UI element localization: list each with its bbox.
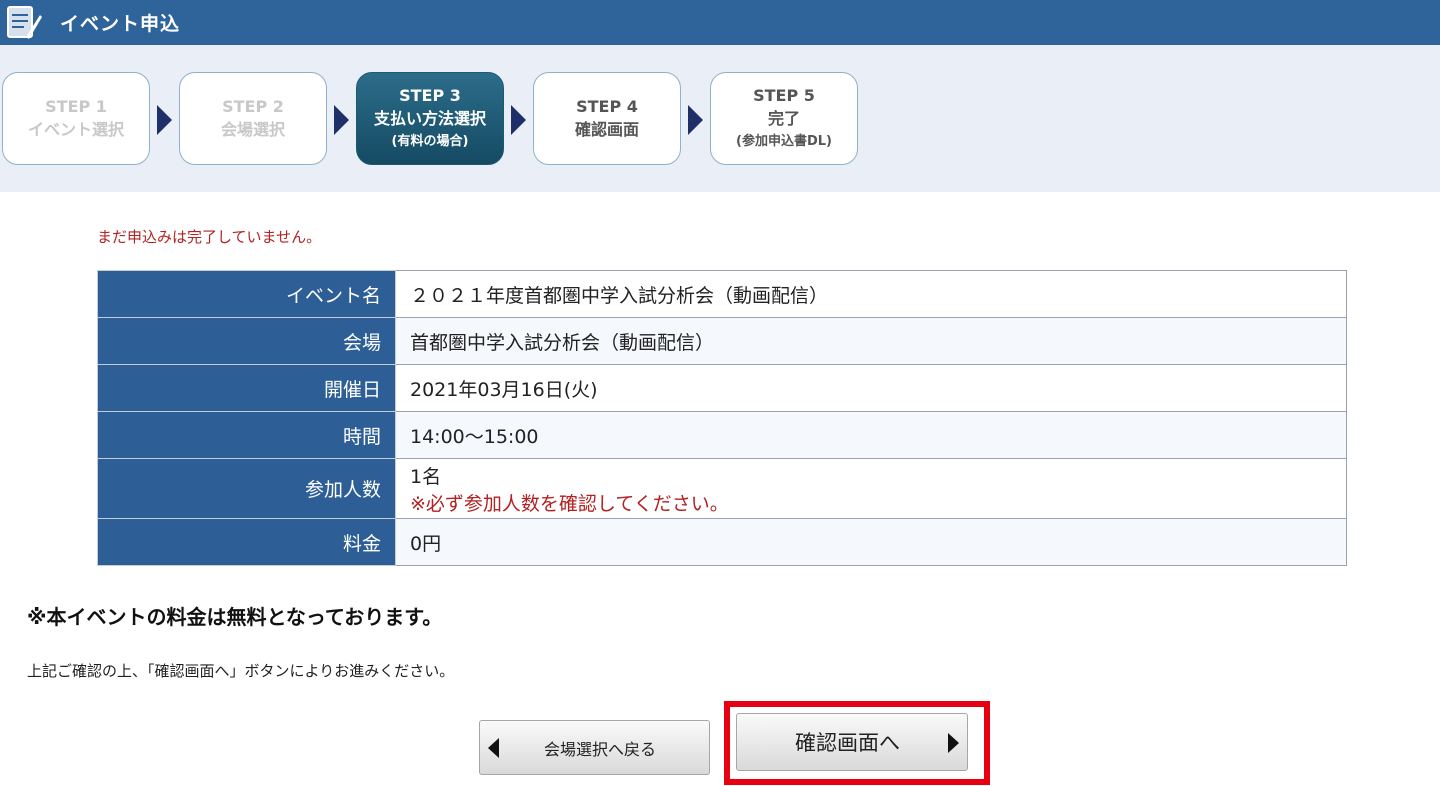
step-label: 支払い方法選択 <box>373 108 486 128</box>
document-pencil-icon <box>0 0 44 45</box>
step-arrow-icon <box>334 105 349 135</box>
participants-cell: 1名 ※必ず参加人数を確認してください。 <box>395 458 1347 519</box>
step-3: STEP 3 支払い方法選択 (有料の場合) <box>356 72 504 165</box>
step-2: STEP 2 会場選択 <box>179 72 327 165</box>
row-label: イベント名 <box>97 270 396 318</box>
time-value: 14:00～15:00 <box>395 411 1347 459</box>
incomplete-notice: まだ申込みは完了していません。 <box>97 228 322 246</box>
page-header: イベント申込 <box>0 0 1440 45</box>
free-fee-note: ※本イベントの料金は無料となっております。 <box>27 605 443 629</box>
step-arrow-icon <box>688 105 703 135</box>
step-number: STEP 5 <box>753 85 815 105</box>
next-button-label: 確認画面へ <box>795 731 900 755</box>
row-label: 料金 <box>97 518 396 566</box>
step-number: STEP 4 <box>576 96 638 116</box>
step-label: イベント選択 <box>27 119 124 139</box>
step-number: STEP 3 <box>399 85 461 105</box>
row-label: 時間 <box>97 411 396 459</box>
step-sublabel: (有料の場合) <box>391 133 469 149</box>
step-4: STEP 4 確認画面 <box>533 72 681 165</box>
table-row: イベント名 ２０２１年度首都圏中学入試分析会（動画配信） <box>97 270 1347 318</box>
instruction-text: 上記ご確認の上、「確認画面へ」ボタンによりお進みください。 <box>27 662 455 680</box>
venue-value: 首都圏中学入試分析会（動画配信） <box>395 317 1347 365</box>
event-name-value: ２０２１年度首都圏中学入試分析会（動画配信） <box>395 270 1347 318</box>
step-label: 確認画面 <box>574 119 639 139</box>
application-details-table: イベント名 ２０２１年度首都圏中学入試分析会（動画配信） 会場 首都圏中学入試分… <box>97 270 1347 566</box>
participants-value: 1名 <box>410 465 442 488</box>
step-label: 会場選択 <box>220 119 285 139</box>
step-arrow-icon <box>511 105 526 135</box>
step-indicator: STEP 1 イベント選択 STEP 2 会場選択 STEP 3 支払い方法選択… <box>0 45 1440 192</box>
step-1: STEP 1 イベント選択 <box>2 72 150 165</box>
table-row: 料金 0円 <box>97 518 1347 566</box>
table-row: 会場 首都圏中学入試分析会（動画配信） <box>97 317 1347 365</box>
triangle-right-icon <box>948 733 959 753</box>
back-button-label: 会場選択へ戻る <box>544 739 657 759</box>
step-5: STEP 5 完了 (参加申込書DL) <box>710 72 858 165</box>
row-label: 会場 <box>97 317 396 365</box>
table-row: 時間 14:00～15:00 <box>97 411 1347 459</box>
table-row: 開催日 2021年03月16日(火) <box>97 364 1347 412</box>
step-sublabel: (参加申込書DL) <box>736 133 832 149</box>
back-to-venue-button[interactable]: 会場選択へ戻る <box>479 720 710 775</box>
fee-value: 0円 <box>395 518 1347 566</box>
step-number: STEP 2 <box>222 96 284 116</box>
proceed-to-confirm-button[interactable]: 確認画面へ <box>736 713 968 771</box>
step-number: STEP 1 <box>45 96 107 116</box>
page-title: イベント申込 <box>60 13 181 35</box>
row-label: 開催日 <box>97 364 396 412</box>
triangle-left-icon <box>488 738 499 758</box>
participants-warning: ※必ず参加人数を確認してください。 <box>410 492 729 515</box>
date-value: 2021年03月16日(火) <box>395 364 1347 412</box>
table-row: 参加人数 1名 ※必ず参加人数を確認してください。 <box>97 458 1347 519</box>
row-label: 参加人数 <box>97 458 396 519</box>
step-label: 完了 <box>767 108 800 128</box>
step-arrow-icon <box>157 105 172 135</box>
